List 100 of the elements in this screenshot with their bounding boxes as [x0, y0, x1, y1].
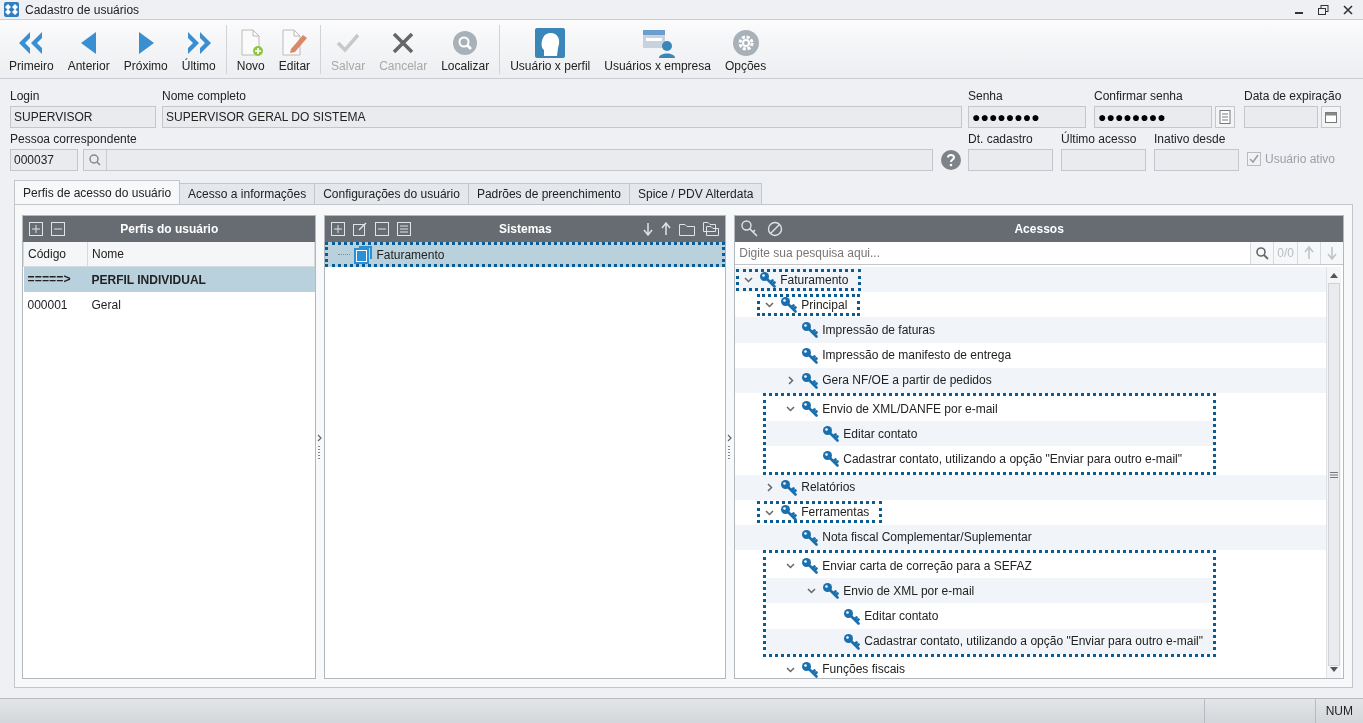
- folders-icon[interactable]: [703, 222, 720, 236]
- field-label: Pessoa correspondente: [10, 132, 138, 146]
- splitter-handle-icon[interactable]: [317, 432, 324, 462]
- checkbox-label: Usuário ativo: [1265, 151, 1336, 166]
- window-title: Cadastro de usuários: [25, 2, 140, 17]
- edit-document-icon: [279, 29, 310, 57]
- remove-icon[interactable]: [51, 222, 65, 236]
- user-profile-button[interactable]: Usuário x perfil: [503, 21, 598, 78]
- expand-chevron-icon[interactable]: [764, 300, 774, 310]
- profile-row[interactable]: =====> PERFIL INDIVIDUAL: [23, 266, 315, 292]
- password-field[interactable]: ●●●●●●●●: [968, 106, 1086, 128]
- tree-item[interactable]: Funções fiscais: [783, 658, 915, 678]
- tree-item[interactable]: Envio de XML/DANFE por e-mail: [783, 397, 1008, 420]
- edit-icon[interactable]: [353, 222, 368, 236]
- table-cell: 000001: [23, 292, 88, 317]
- calendar-icon: [1325, 111, 1337, 123]
- field-label: Senha: [968, 89, 1004, 103]
- search-button[interactable]: [1250, 242, 1274, 264]
- up-arrow-icon[interactable]: [661, 222, 672, 236]
- expand-chevron-icon[interactable]: [764, 507, 774, 517]
- column-header[interactable]: Nome: [87, 242, 315, 267]
- splitter-handle-icon[interactable]: [727, 432, 734, 462]
- profile-row[interactable]: 000001 Geral: [23, 292, 315, 317]
- add-icon[interactable]: [331, 222, 346, 236]
- expand-chevron-icon[interactable]: [785, 664, 795, 674]
- key-icon: [801, 528, 819, 546]
- full-name-field[interactable]: SUPERVISOR GERAL DO SISTEMA: [162, 106, 962, 128]
- down-arrow-icon: [1327, 246, 1337, 260]
- user-company-button[interactable]: Usuários x empresa: [597, 21, 718, 78]
- previous-button[interactable]: Anterior: [60, 21, 117, 78]
- expand-chevron-icon[interactable]: [785, 404, 795, 414]
- tab[interactable]: Acesso a informações: [179, 183, 316, 204]
- new-button[interactable]: Novo: [229, 21, 272, 78]
- expand-chevron-icon[interactable]: [806, 586, 816, 596]
- key-icon: [801, 557, 819, 575]
- confirm-password-field[interactable]: ●●●●●●●●: [1094, 106, 1212, 128]
- field-label: Último acesso: [1061, 132, 1138, 146]
- copy-button[interactable]: [1215, 106, 1235, 128]
- remove-icon[interactable]: [375, 222, 390, 236]
- block-icon[interactable]: [767, 221, 784, 237]
- tree-item[interactable]: Relatórios: [762, 476, 866, 499]
- key-icon[interactable]: [741, 220, 760, 238]
- key-icon: [843, 607, 861, 625]
- up-arrow-icon: [1304, 246, 1314, 260]
- first-button[interactable]: Primeiro: [2, 21, 61, 78]
- next-button[interactable]: Próximo: [116, 21, 175, 78]
- person-code-field[interactable]: 000037: [10, 149, 78, 171]
- search-icon: [452, 30, 479, 56]
- document-icon: [1219, 110, 1231, 124]
- registration-date-field[interactable]: [968, 149, 1053, 171]
- folder-icon[interactable]: [679, 222, 696, 236]
- tree-item[interactable]: Faturamento: [736, 268, 862, 291]
- key-icon: [780, 478, 798, 496]
- tree-item[interactable]: Editar contato: [825, 605, 949, 628]
- help-icon[interactable]: [940, 149, 962, 171]
- num-lock-indicator: NUM: [1314, 699, 1363, 723]
- find-button[interactable]: Localizar: [434, 21, 497, 78]
- table-cell: =====>: [23, 266, 88, 292]
- table-cell: PERFIL INDIVIDUAL: [87, 266, 315, 292]
- tab[interactable]: Spice / PDV Alterdata: [629, 183, 763, 204]
- field-label: Data de expiração: [1244, 89, 1343, 103]
- close-icon[interactable]: [1343, 4, 1353, 15]
- scroll-up-icon[interactable]: [1329, 271, 1339, 279]
- settings-icon: [731, 29, 760, 57]
- key-icon: [759, 271, 777, 289]
- calendar-button[interactable]: [1321, 106, 1341, 128]
- collapse-chevron-icon[interactable]: [785, 375, 795, 385]
- expand-chevron-icon[interactable]: [785, 561, 795, 571]
- tab[interactable]: Perfis de acesso do usuário: [14, 180, 181, 204]
- person-name-field[interactable]: [83, 149, 933, 171]
- scrollbar[interactable]: [1326, 267, 1341, 678]
- table-cell: Geral: [87, 292, 315, 317]
- login-field[interactable]: SUPERVISOR: [10, 106, 156, 128]
- options-button[interactable]: Opções: [717, 21, 774, 78]
- key-icon: [801, 346, 819, 364]
- column-header[interactable]: Código: [23, 242, 88, 267]
- key-icon: [843, 632, 861, 650]
- tree-item[interactable]: Enviar carta de correção para a SEFAZ: [783, 554, 1042, 577]
- panel-title: Perfis do usuário: [120, 222, 219, 236]
- user-profile-icon: [535, 28, 566, 58]
- add-icon[interactable]: [29, 222, 43, 236]
- down-arrow-icon[interactable]: [643, 222, 654, 236]
- collapse-chevron-icon[interactable]: [764, 482, 774, 492]
- expand-chevron-icon[interactable]: [743, 275, 753, 285]
- expiration-date-field[interactable]: [1244, 106, 1318, 128]
- app-logo-icon: [4, 2, 19, 17]
- edit-button[interactable]: Editar: [271, 21, 318, 78]
- last-access-field[interactable]: [1061, 149, 1146, 171]
- document-icon: [354, 245, 373, 264]
- search-icon: [1255, 246, 1270, 260]
- list-icon[interactable]: [397, 222, 412, 236]
- panel-title: Sistemas: [499, 222, 552, 236]
- last-button[interactable]: Último: [174, 21, 223, 78]
- field-label: Confirmar senha: [1094, 89, 1184, 103]
- tree-item[interactable]: Impressão de manifesto de entrega: [783, 344, 1022, 367]
- tab[interactable]: Configurações do usuário: [314, 183, 469, 204]
- tree-item[interactable]: Cadastrar contato, utilizando a opção "Enviar para outro e-mail": [804, 447, 1192, 470]
- restore-icon[interactable]: [1318, 4, 1329, 15]
- system-item[interactable]: Faturamento: [325, 242, 726, 267]
- tab[interactable]: Padrões de preenchimento: [467, 183, 630, 204]
